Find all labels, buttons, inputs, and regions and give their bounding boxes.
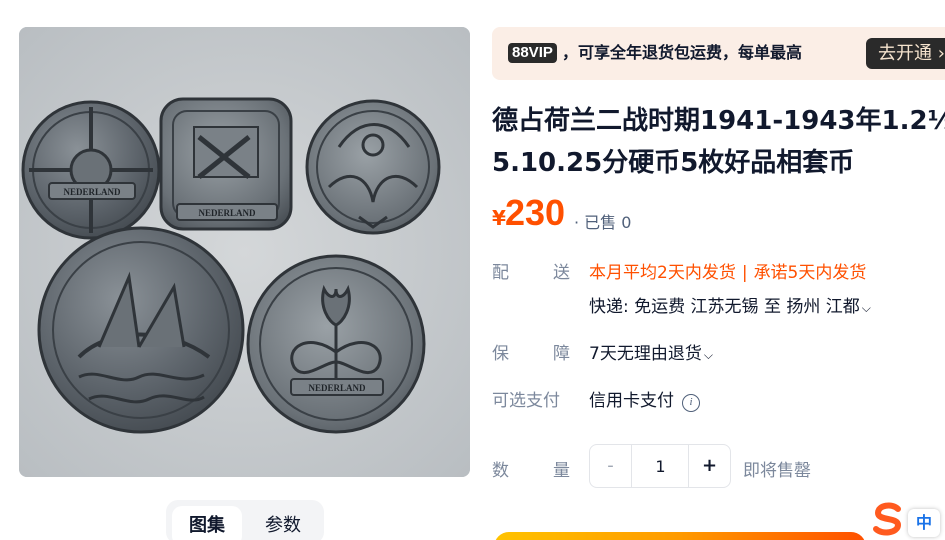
quantity-plus-button[interactable]: + [688,445,730,487]
price-value: 230 [505,192,566,233]
chevron-down-icon: ⌵ [861,301,871,315]
ime-widget[interactable]: 中 [868,501,945,540]
payment-label: 可选支付 [492,391,560,411]
coin-10-cent: NEDERLAND [246,254,426,434]
shipping-separator: | [741,263,748,283]
svg-text:NEDERLAND: NEDERLAND [308,383,366,393]
shipping-avg: 本月平均2天内发货 [589,263,736,283]
guarantee-value[interactable]: 7天无理由退货 ⌵ [589,339,713,364]
gallery-tab-bar: 图集 参数 [166,500,324,540]
product-main-image[interactable]: NEDERLAND NEDERLAND NEDERLAND [19,27,470,477]
sold-count: · 已售 0 [574,213,632,232]
vip-promo-text: ，可享全年退货包运费，每单最高 [562,43,803,62]
tab-gallery[interactable]: 图集 [172,506,242,540]
quantity-stepper: - + [589,444,731,488]
payment-text: 信用卡支付 [589,391,674,411]
coin-5-cent: NEDERLAND [159,97,293,231]
svg-text:NEDERLAND: NEDERLAND [198,208,256,218]
product-title: 德占荷兰二战时期1941-1943年1.2½ 5.10.25分硬币5枚好品相套币 [492,106,945,178]
guarantee-text: 7天无理由退货 [589,344,702,364]
quantity-label: 数 量 [492,461,570,481]
guarantee-label: 保 障 [492,344,570,364]
coin-25-cent [37,226,245,434]
svg-text:NEDERLAND: NEDERLAND [63,187,121,197]
coin-2-half-cent [305,99,441,235]
vip-activate-button[interactable]: 去开通 › [866,38,945,69]
chevron-down-icon: ⌵ [703,348,713,362]
currency-symbol: ¥ [492,206,506,230]
info-icon[interactable]: i [682,394,700,412]
courier-text: 快递: 免运费 江苏无锡 至 扬州 江都 [589,297,860,317]
payment-value: 信用卡支付 i [589,386,700,412]
vip-banner: 88VIP ，可享全年退货包运费，每单最高 去开通 › [492,27,945,80]
shipping-route[interactable]: 快递: 免运费 江苏无锡 至 扬州 江都 ⌵ [589,292,871,317]
shipping-label: 配 送 [492,263,570,283]
sogou-logo-icon [873,502,902,536]
stock-status: 即将售罄 [743,461,811,481]
ime-mode-indicator[interactable]: 中 [908,509,940,537]
vip-badge: 88VIP [508,43,557,63]
buy-button[interactable] [494,532,866,540]
coin-1-cent: NEDERLAND [21,100,161,240]
shipping-promise: 本月平均2天内发货 | 承诺5天内发货 [589,258,866,283]
tab-params[interactable]: 参数 [248,506,318,540]
quantity-input[interactable] [633,445,688,487]
quantity-minus-button[interactable]: - [590,445,632,487]
shipping-commit: 承诺5天内发货 [753,263,867,283]
